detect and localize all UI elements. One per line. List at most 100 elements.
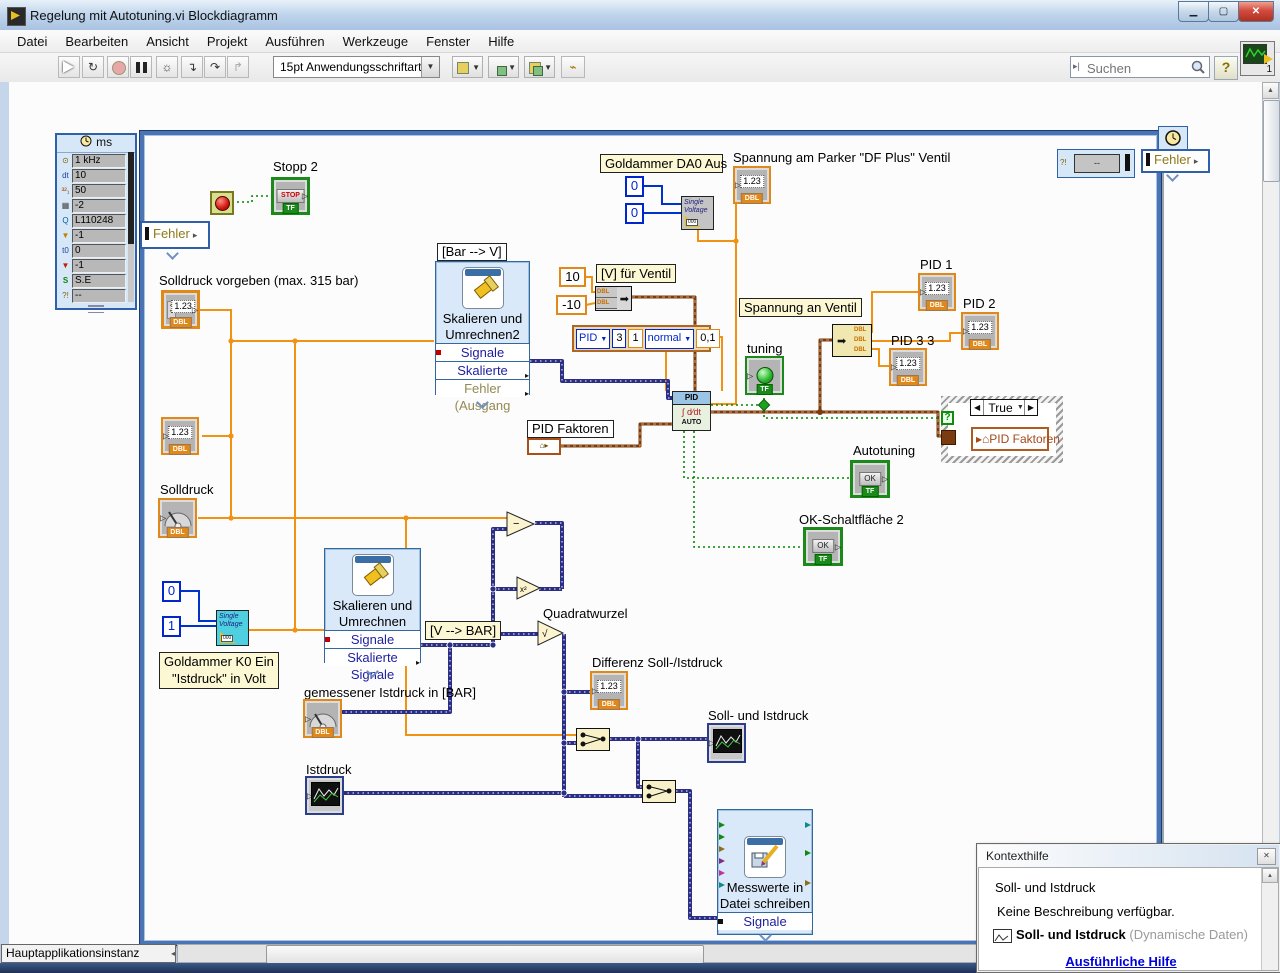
single-voltage-write-vi[interactable]: Single Voltage 000	[681, 196, 714, 230]
express-output-skalierte[interactable]: Skalierte Signale▸	[325, 648, 420, 682]
horizontal-scroll-thumb[interactable]	[266, 945, 704, 964]
loop-stop-condition-node[interactable]	[210, 191, 234, 215]
solldruck-vorgeben-control[interactable]: ▲▼ 1.23 ▷ DBL	[161, 290, 200, 329]
reorder-button[interactable]: ▼	[524, 56, 555, 78]
detailed-help-link[interactable]: Ausführliche Hilfe	[979, 954, 1263, 969]
expand-chevron[interactable]	[325, 665, 420, 678]
cluster-value-1[interactable]: 1	[628, 329, 643, 348]
context-help-window[interactable]: Kontexthilfe ✕ Soll- und Istdruck Keine …	[976, 843, 1280, 973]
express-vi-write-file[interactable]: Messwerte in Datei schreiben Signale	[717, 809, 813, 942]
loop-config-row[interactable]: Q L110248	[57, 213, 135, 228]
menu-datei[interactable]: Datei	[8, 32, 56, 51]
expand-chevron[interactable]	[718, 929, 812, 942]
case-next-arrow[interactable]: ▶	[1023, 400, 1037, 415]
express-input-signale[interactable]: Signale	[436, 343, 529, 361]
case-selector-tunnel[interactable]: ?	[941, 411, 954, 425]
step-out-button[interactable]: ↱	[227, 56, 249, 78]
context-help-close-button[interactable]: ✕	[1257, 848, 1276, 865]
ring-selector-pid[interactable]: PID ▼	[576, 328, 611, 349]
menu-ansicht[interactable]: Ansicht	[137, 32, 198, 51]
case-prev-arrow[interactable]: ◀	[971, 400, 985, 415]
spannung-ventil-label[interactable]: Spannung an Ventil	[739, 298, 862, 317]
merge-signals-node[interactable]	[576, 728, 610, 751]
single-voltage-read-vi[interactable]: Single Voltage 000	[216, 610, 249, 646]
timed-loop-border[interactable]	[139, 130, 1162, 946]
loop-t0-value[interactable]: 0	[72, 243, 126, 258]
soll-ist-chart-terminal[interactable]: ▷	[707, 723, 746, 763]
subtract-node[interactable]: −	[505, 510, 537, 538]
loop-config-row[interactable]: ?! --	[57, 288, 135, 303]
ring-selector-normal[interactable]: normal ▼	[644, 328, 695, 349]
loop-config-row[interactable]: ▼ -1	[57, 228, 135, 243]
scroll-up-arrow[interactable]: ▲	[1262, 868, 1278, 883]
v-to-bar-label[interactable]: [V --> BAR]	[425, 621, 502, 640]
pid1-indicator[interactable]: ▷ 1.23 DBL	[918, 273, 956, 311]
loop-rate-value[interactable]: 1 kHz	[72, 153, 126, 168]
search-icon[interactable]	[1191, 60, 1206, 75]
context-help-button[interactable]: ?	[1214, 56, 1238, 80]
ok2-terminal[interactable]: OK ▷ TF	[803, 527, 843, 566]
loop-config-row[interactable]: ⊙ 1 kHz	[57, 153, 135, 168]
vi-icon-badge[interactable]: 1	[1240, 41, 1275, 76]
expand-chevron[interactable]	[436, 396, 529, 409]
goldammer-da0-label[interactable]: Goldammer DA0 Aus	[600, 154, 727, 173]
v-fuer-ventil-label[interactable]: [V] für Ventil	[596, 264, 677, 283]
menu-projekt[interactable]: Projekt	[198, 32, 256, 51]
distribute-objects-button[interactable]: ▼	[488, 56, 519, 78]
minimize-button[interactable]: ▁	[1178, 1, 1209, 22]
express-input-signale[interactable]: Signale	[718, 912, 812, 930]
clean-up-diagram-button[interactable]: ⌁	[561, 56, 585, 78]
timed-loop-input-node[interactable]: ms ⊙ 1 kHz dt 10 ³²₁ 50 ▦ -2 Q L110248 ▼ -1 t0…	[55, 133, 137, 310]
stopp2-terminal[interactable]: STOP ▷ TF	[271, 177, 310, 215]
loop-dt-value[interactable]: 10	[72, 168, 126, 183]
loop-config-row[interactable]: t0 0	[57, 243, 135, 258]
express-vi-skalieren1[interactable]: Skalieren und Umrechnen Signale Skaliert…	[324, 548, 421, 682]
loop-name-value[interactable]: L110248	[72, 213, 126, 228]
square-node[interactable]: x²	[515, 575, 543, 601]
loop-wakeup-value[interactable]: --	[72, 288, 126, 303]
loop-priority-value[interactable]: 50	[72, 183, 126, 198]
error-in-node[interactable]: Fehler ▸	[140, 221, 210, 249]
font-selector[interactable]: 15pt Anwendungsschriftart ▼	[273, 56, 440, 78]
bundle-node[interactable]: DBL DBL ➡	[595, 286, 632, 311]
express-input-signale[interactable]: Signale	[325, 630, 420, 648]
title-bar[interactable]: Regelung mit Autotuning.vi Blockdiagramm…	[0, 0, 1280, 31]
constant-10[interactable]: 10	[559, 267, 586, 287]
menu-bearbeiten[interactable]: Bearbeiten	[56, 32, 137, 51]
highlight-execution-button[interactable]: ☼	[156, 56, 178, 78]
tuning-terminal[interactable]: ▷ TF	[745, 356, 784, 395]
istdruck-chart-terminal[interactable]: ▷	[305, 776, 344, 815]
menu-fenster[interactable]: Fenster	[417, 32, 479, 51]
scroll-up-arrow[interactable]: ▲	[1262, 82, 1279, 99]
sqrt-node[interactable]: √	[536, 619, 566, 647]
pause-button[interactable]	[130, 56, 152, 78]
dbl-indicator-left[interactable]: ▷ 1.23 DBL	[161, 417, 199, 455]
loop-deadline-value[interactable]: -1	[72, 258, 126, 273]
pid-faktoren-global-write[interactable]: ▸⌂PID Faktoren	[971, 427, 1060, 451]
search-input[interactable]	[1085, 58, 1189, 78]
pid-faktoren-local-variable[interactable]: ⌂▸	[527, 438, 561, 455]
constant-1[interactable]: 1	[162, 616, 181, 637]
unbundle-node[interactable]: ➡ DBL DBL DBL	[832, 324, 872, 357]
context-help-titlebar[interactable]: Kontexthilfe	[978, 845, 1279, 868]
loop-config-row[interactable]: dt 10	[57, 168, 135, 183]
pid-autotuning-vi[interactable]: PID ∫ d⁄dt AUTO	[672, 391, 711, 431]
timed-loop-right-data-node[interactable]: ?! --	[1057, 149, 1135, 178]
menu-werkzeuge[interactable]: Werkzeuge	[334, 32, 418, 51]
cluster-value-01[interactable]: 0,1	[696, 329, 720, 348]
step-over-button[interactable]: ↷	[204, 56, 226, 78]
loop-config-row[interactable]: ³²₁ 50	[57, 183, 135, 198]
goldammer-k0-label[interactable]: Goldammer K0 Ein "Istdruck" in Volt	[159, 652, 279, 689]
application-instance-selector[interactable]: Hauptapplikationsinstanz ◂	[1, 944, 176, 963]
pid-cluster-constant[interactable]: PID ▼ 3 1 normal ▼ 0,1	[572, 325, 720, 352]
case-selector-value[interactable]: True	[984, 401, 1017, 415]
case-selector[interactable]: ◀ True ▼ ▶	[970, 399, 1038, 416]
solldruck-gauge-indicator[interactable]: ▷ DBL	[158, 498, 197, 538]
menu-hilfe[interactable]: Hilfe	[479, 32, 523, 51]
context-help-scrollbar[interactable]: ▲	[1261, 868, 1278, 970]
chevron-down-icon[interactable]: ▼	[421, 57, 439, 77]
loop-processor-value[interactable]: -2	[72, 198, 126, 213]
vertical-scrollbar[interactable]	[1262, 82, 1279, 944]
merge-signals-node[interactable]	[642, 780, 676, 803]
constant-0[interactable]: 0	[162, 581, 181, 602]
